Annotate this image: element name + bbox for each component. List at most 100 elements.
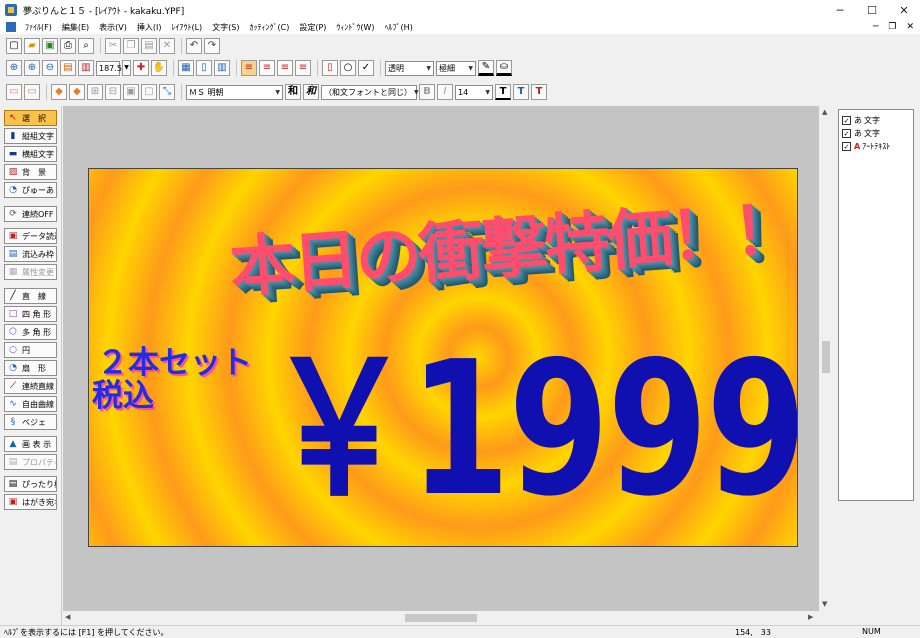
check-icon[interactable]: ✓ [358, 60, 374, 76]
align-justify-icon[interactable]: ≡ [295, 60, 311, 76]
document-icon[interactable] [6, 22, 16, 32]
poster-page[interactable]: 本日の衝撃特価！！ ２本セット 税込 ￥1999 [88, 168, 798, 547]
scroll-left-icon[interactable]: ◀ [65, 613, 70, 621]
print-preview-icon[interactable]: ⌕ [78, 38, 94, 54]
undo-icon[interactable]: ↶ [186, 38, 202, 54]
copy-icon[interactable]: ❐ [123, 38, 139, 54]
italic-button[interactable]: I [437, 84, 453, 100]
tool-fit-frame[interactable]: ▤ ぴったり枠 [4, 476, 57, 492]
tool-image-display[interactable]: ▲ 画 表 示 [4, 436, 57, 452]
layer-item[interactable]: ✓ あ 文字 [842, 127, 880, 139]
bold-button[interactable]: B [419, 84, 435, 100]
menu-view[interactable]: 表示(V) [94, 22, 132, 33]
tool-data-load[interactable]: ▣ データ読込 [4, 228, 57, 244]
font-name-combo[interactable]: ＭＳ 明朝 ▼ [186, 84, 283, 100]
save-icon[interactable]: ▣ [42, 38, 58, 54]
resize-icon[interactable]: ⤡ [159, 84, 175, 100]
menu-settings[interactable]: 設定(P) [294, 22, 331, 33]
hand-icon[interactable]: ✋ [151, 60, 167, 76]
page-fit-icon[interactable]: ▤ [60, 60, 76, 76]
tool-fan[interactable]: ◔ 扇 形 [4, 360, 57, 376]
zoom-dropdown-icon[interactable]: ▼ [122, 60, 131, 76]
tool-background[interactable]: ▨ 背 景 [4, 164, 57, 180]
zoom-out-icon[interactable]: ⊖ [42, 60, 58, 76]
layer-checkbox[interactable]: ✓ [842, 128, 851, 138]
layer-checkbox[interactable]: ✓ [842, 141, 851, 151]
align-right-icon[interactable]: ≡ [277, 60, 293, 76]
close-button[interactable]: ✕ [888, 0, 920, 20]
align-center-icon[interactable]: ≡ [259, 60, 275, 76]
page-width-icon[interactable]: ▥ [78, 60, 94, 76]
tool-polyline[interactable]: ⟋ 連続直線 [4, 378, 57, 394]
open-folder-icon[interactable]: ▰ [24, 38, 40, 54]
pen-color-icon[interactable]: ✎ [478, 60, 494, 76]
layer-checkbox[interactable]: ✓ [842, 115, 851, 125]
layer-list[interactable]: ✓ あ 文字 ✓ あ 文字 ✓ A ｱｰﾄﾃｷｽﾄ [838, 109, 914, 501]
tool-flow-frame[interactable]: ▤ 流込み枠 [4, 246, 57, 262]
menu-file[interactable]: ﾌｧｲﾙ(F) [20, 22, 57, 33]
tool-circle[interactable]: ○ 円 [4, 342, 57, 358]
font-size-combo[interactable]: 14 ▼ [455, 84, 493, 100]
frame-icon[interactable]: ▯ [322, 60, 338, 76]
horizontal-scroll-thumb[interactable] [405, 614, 477, 622]
distribute-icon[interactable]: ⊟ [105, 84, 121, 100]
cut-icon[interactable]: ✂ [105, 38, 121, 54]
tool-horizontal-text[interactable]: ▬ 横組文字 [4, 146, 57, 162]
fill-color-icon[interactable]: ⛀ [496, 60, 512, 76]
zoom-in-icon[interactable]: ⊕ [24, 60, 40, 76]
app-icon[interactable] [5, 4, 17, 16]
tool-bezier[interactable]: § ベジェ [4, 414, 57, 430]
mdi-restore-button[interactable]: ❐ [888, 22, 896, 32]
menu-text[interactable]: 文字(S) [207, 22, 244, 33]
redo-icon[interactable]: ↷ [204, 38, 220, 54]
circle-icon[interactable]: ○ [340, 60, 356, 76]
zoom-combo[interactable]: 187.5 [96, 60, 122, 76]
maximize-button[interactable]: ☐ [856, 0, 888, 20]
menu-help[interactable]: ﾍﾙﾌﾟ(H) [380, 22, 418, 33]
tool-properties[interactable]: ▤ プロパティ [4, 454, 57, 470]
mdi-minimize-button[interactable]: ─ [873, 22, 878, 32]
tool-polygon[interactable]: ⬡ 多 角 形 [4, 324, 57, 340]
tool-attribute-change[interactable]: ▦ 属性変更 [4, 264, 57, 280]
vertical-scrollbar[interactable]: ▲ ▼ [819, 106, 833, 611]
tool-pyua[interactable]: ◔ ぴゅーあ [4, 182, 57, 198]
ungroup-icon[interactable]: ▭ [24, 84, 40, 100]
menu-cutting[interactable]: ｶｯﾃｨﾝｸﾞ(C) [245, 22, 295, 33]
paste-icon[interactable]: ▤ [141, 38, 157, 54]
delete-icon[interactable]: ✕ [159, 38, 175, 54]
menu-window[interactable]: ｳｨﾝﾄﾞｳ(W) [331, 22, 379, 33]
new-file-icon[interactable]: ▢ [6, 38, 22, 54]
lock-icon[interactable]: ▣ [123, 84, 139, 100]
zoom-fit-icon[interactable]: ⊕ [6, 60, 22, 76]
headline-art-text[interactable]: 本日の衝撃特価！！ [226, 175, 797, 310]
text-shadow-icon[interactable]: T [531, 84, 547, 100]
menu-insert[interactable]: 挿入(I) [132, 22, 167, 33]
column-view-icon[interactable]: ▥ [214, 60, 230, 76]
text-underline-icon[interactable]: T [495, 84, 511, 100]
wa-italic-button[interactable]: 和 [303, 84, 319, 100]
tool-vertical-text[interactable]: ▮ 縦組文字 [4, 128, 57, 144]
scroll-right-icon[interactable]: ▶ [808, 613, 813, 621]
mdi-close-button[interactable]: ✕ [906, 22, 914, 32]
price-text[interactable]: ￥1999 [267, 337, 797, 522]
layer-item[interactable]: ✓ あ 文字 [842, 114, 880, 126]
tool-continuous-off[interactable]: ⟳ 連続OFF [4, 206, 57, 222]
align-left-icon[interactable]: ≡ [241, 60, 257, 76]
group-icon[interactable]: ▭ [6, 84, 22, 100]
horizontal-scrollbar[interactable]: ◀ ▶ [63, 611, 819, 625]
tool-freehand[interactable]: ∿ 自由曲線 [4, 396, 57, 412]
tool-select[interactable]: ↖ 選 択 [4, 110, 57, 126]
bring-front-icon[interactable]: ◆ [51, 84, 67, 100]
tool-rectangle[interactable]: □ 四 角 形 [4, 306, 57, 322]
menu-edit[interactable]: 編集(E) [57, 22, 94, 33]
wa-bold-button[interactable]: 和 [285, 84, 301, 100]
tax-text[interactable]: 税込 [92, 370, 154, 415]
minimize-button[interactable]: ─ [824, 0, 856, 20]
fill-combo[interactable]: 透明 ▼ [385, 60, 434, 76]
scroll-up-icon[interactable]: ▲ [822, 108, 827, 116]
send-back-icon[interactable]: ◆ [69, 84, 85, 100]
grid-view-icon[interactable]: ▦ [178, 60, 194, 76]
unlock-icon[interactable]: ▢ [141, 84, 157, 100]
tool-line[interactable]: ╱ 直 線 [4, 288, 57, 304]
text-outline-icon[interactable]: T [513, 84, 529, 100]
